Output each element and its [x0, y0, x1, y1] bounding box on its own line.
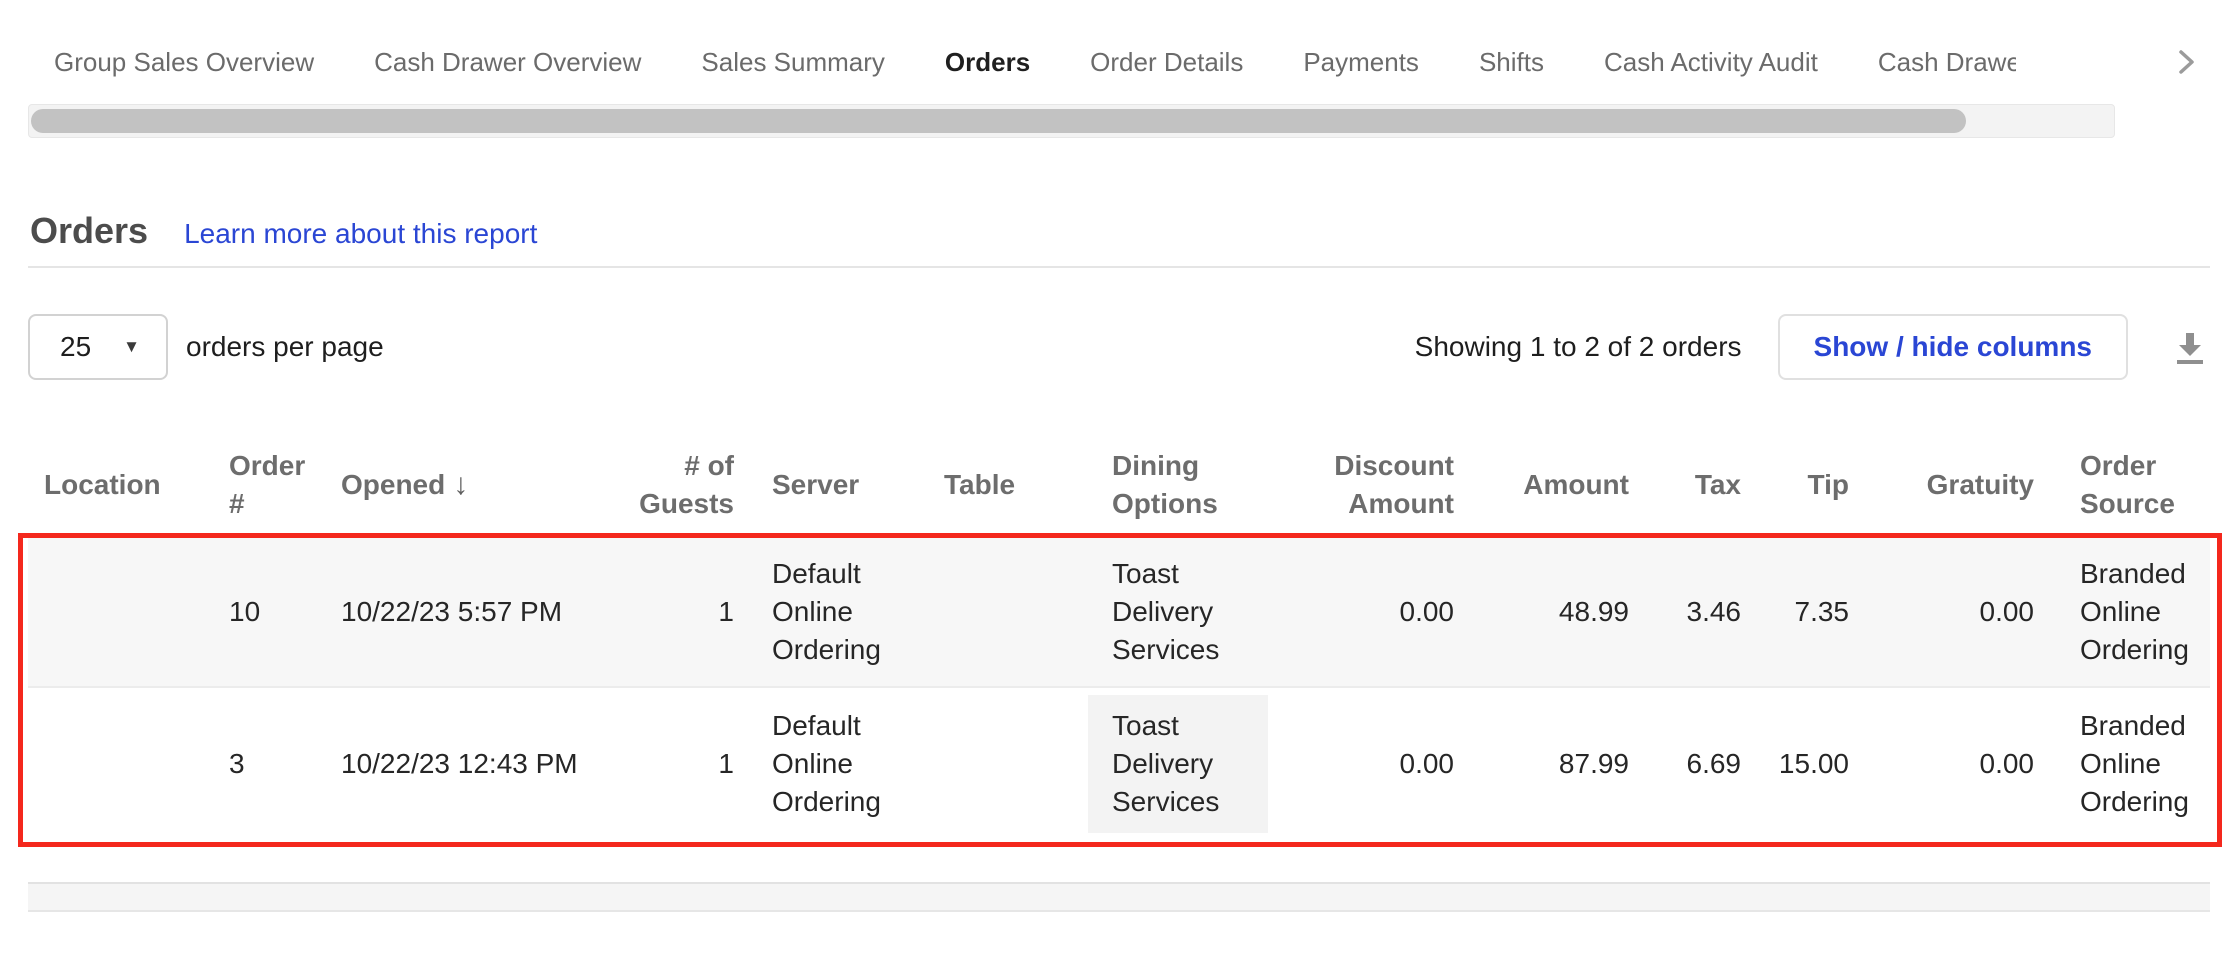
- orders-report-page: Group Sales Overview Cash Drawer Overvie…: [0, 0, 2236, 912]
- col-header-tax[interactable]: Tax: [1645, 432, 1757, 537]
- highlighted-cell-value: Toast Delivery Services: [1088, 695, 1268, 833]
- cell-server: Default Online Ordering: [750, 537, 930, 687]
- col-header-location[interactable]: Location: [28, 432, 213, 537]
- tab-payments[interactable]: Payments: [1303, 47, 1419, 78]
- scrollbar-thumb[interactable]: [31, 109, 1966, 133]
- table-row: 3 10/22/23 12:43 PM 1 Default Online Ord…: [28, 687, 2210, 840]
- col-header-order-source[interactable]: Order Source: [2050, 432, 2210, 537]
- col-header-gratuity[interactable]: Gratuity: [1865, 432, 2050, 537]
- cell-location: [28, 687, 213, 840]
- header-divider: [28, 266, 2210, 268]
- caret-down-icon: ▼: [123, 337, 140, 357]
- tab-shifts[interactable]: Shifts: [1479, 47, 1544, 78]
- showing-range-text: Showing 1 to 2 of 2 orders: [1415, 331, 1742, 363]
- col-header-tip[interactable]: Tip: [1757, 432, 1865, 537]
- cell-guests: 1: [620, 537, 750, 687]
- page-size-select[interactable]: 25 ▼: [28, 314, 168, 380]
- cell-table: [930, 687, 1040, 840]
- tab-cash-activity-audit[interactable]: Cash Activity Audit: [1604, 47, 1818, 78]
- report-tabs: Group Sales Overview Cash Drawer Overvie…: [54, 47, 2140, 78]
- col-header-dining-options[interactable]: Dining Options: [1040, 432, 1268, 537]
- col-header-amount[interactable]: Amount: [1470, 432, 1645, 537]
- tab-orders[interactable]: Orders: [945, 47, 1030, 78]
- table-footer-strip: [28, 882, 2210, 912]
- table-row: 10 10/22/23 5:57 PM 1 Default Online Ord…: [28, 537, 2210, 687]
- table-header-row: Location Order # Opened ↓ # of Guests Ser…: [28, 432, 2210, 537]
- tab-order-details[interactable]: Order Details: [1090, 47, 1243, 78]
- col-header-order-number[interactable]: Order #: [213, 432, 325, 537]
- col-header-table[interactable]: Table: [930, 432, 1040, 537]
- report-tab-bar: Group Sales Overview Cash Drawer Overvie…: [28, 38, 2208, 86]
- col-header-guests[interactable]: # of Guests: [620, 432, 750, 537]
- cell-order-source: Branded Online Ordering: [2050, 537, 2210, 687]
- page-size-value: 25: [60, 331, 91, 363]
- cell-guests: 1: [620, 687, 750, 840]
- cell-discount-amount: 0.00: [1268, 687, 1470, 840]
- col-header-server[interactable]: Server: [750, 432, 930, 537]
- cell-discount-amount: 0.00: [1268, 537, 1470, 687]
- cell-order-source: Branded Online Ordering: [2050, 687, 2210, 840]
- cell-tip: 15.00: [1757, 687, 1865, 840]
- report-header: Orders Learn more about this report: [30, 210, 2208, 252]
- show-hide-columns-button[interactable]: Show / hide columns: [1778, 314, 2128, 380]
- col-header-discount-amount[interactable]: Discount Amount: [1268, 432, 1470, 537]
- learn-more-link[interactable]: Learn more about this report: [184, 218, 537, 250]
- tab-cash-drawer[interactable]: Cash Drawer: [1878, 47, 2016, 78]
- cell-server: Default Online Ordering: [750, 687, 930, 840]
- cell-amount: 87.99: [1470, 687, 1645, 840]
- col-header-opened[interactable]: Opened ↓: [325, 432, 620, 537]
- export-button[interactable]: [2170, 325, 2210, 369]
- sort-descending-icon: ↓: [453, 468, 468, 501]
- cell-opened: 10/22/23 12:43 PM: [325, 687, 620, 840]
- cell-tip: 7.35: [1757, 537, 1865, 687]
- cell-location: [28, 537, 213, 687]
- tabs-scroll-right-button[interactable]: [2164, 40, 2208, 84]
- cell-dining-options: Toast Delivery Services: [1040, 687, 1268, 840]
- chevron-right-icon: [2166, 42, 2206, 82]
- cell-gratuity: 0.00: [1865, 537, 2050, 687]
- cell-gratuity: 0.00: [1865, 687, 2050, 840]
- col-header-opened-label: Opened: [341, 469, 445, 500]
- tabs-horizontal-scrollbar[interactable]: [28, 104, 2115, 138]
- table-toolbar: 25 ▼ orders per page Showing 1 to 2 of 2…: [28, 314, 2210, 380]
- cell-amount: 48.99: [1470, 537, 1645, 687]
- tab-group-sales-overview[interactable]: Group Sales Overview: [54, 47, 314, 78]
- cell-table: [930, 537, 1040, 687]
- orders-table: Location Order # Opened ↓ # of Guests Ser…: [28, 432, 2210, 840]
- cell-tax: 6.69: [1645, 687, 1757, 840]
- download-icon: [2172, 327, 2208, 367]
- page-size-suffix-label: orders per page: [186, 331, 384, 363]
- cell-order-number: 10: [213, 537, 325, 687]
- page-title: Orders: [30, 210, 148, 252]
- cell-order-number: 3: [213, 687, 325, 840]
- cell-opened: 10/22/23 5:57 PM: [325, 537, 620, 687]
- cell-tax: 3.46: [1645, 537, 1757, 687]
- tab-sales-summary[interactable]: Sales Summary: [701, 47, 885, 78]
- tab-cash-drawer-overview[interactable]: Cash Drawer Overview: [374, 47, 641, 78]
- orders-table-wrapper: Location Order # Opened ↓ # of Guests Ser…: [28, 432, 2210, 840]
- cell-dining-options: Toast Delivery Services: [1040, 537, 1268, 687]
